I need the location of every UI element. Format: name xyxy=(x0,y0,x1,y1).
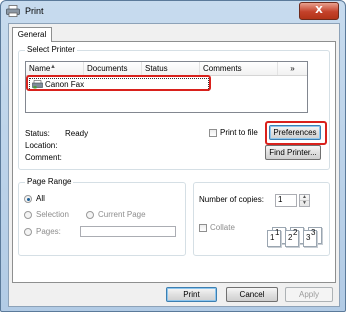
location-label: Location: xyxy=(25,141,58,150)
page-num-2b: 2 xyxy=(293,228,298,237)
pages-input[interactable] xyxy=(80,226,176,237)
column-comments[interactable]: Comments xyxy=(200,62,278,75)
status-label: Status: xyxy=(25,129,50,138)
selection-label[interactable]: Selection xyxy=(36,210,69,219)
column-status[interactable]: Status xyxy=(142,62,200,75)
print-to-file-checkbox[interactable] xyxy=(209,129,217,137)
copies-group: Number of copies: 1 ▲ ▼ Collate 1 1 2 2 xyxy=(193,182,330,256)
pages-label[interactable]: Pages: xyxy=(36,227,61,236)
sort-ascending-icon: ▲ xyxy=(50,64,56,70)
page-range-group: Page Range All Selection Current Page Pa… xyxy=(18,177,186,256)
collate-label[interactable]: Collate xyxy=(210,223,235,232)
find-printer-button[interactable]: Find Printer... xyxy=(265,145,321,160)
close-button[interactable]: X xyxy=(299,2,339,20)
copies-input[interactable]: 1 xyxy=(275,194,297,207)
current-page-radio[interactable] xyxy=(86,211,94,219)
pages-radio[interactable] xyxy=(24,228,32,236)
tab-general[interactable]: General xyxy=(12,27,52,42)
printer-selection-highlight xyxy=(26,75,211,91)
collate-illustration: 1 1 2 2 3 3 xyxy=(264,217,324,247)
comment-label: Comment: xyxy=(25,153,62,162)
number-of-copies-label: Number of copies: xyxy=(199,195,264,204)
page-num-1a: 1 xyxy=(270,233,275,242)
page-num-1b: 1 xyxy=(275,228,280,237)
column-name[interactable]: Name ▲ xyxy=(26,62,84,75)
printer-list-header: Name ▲ Documents Status Comments » xyxy=(26,62,307,76)
column-name-label: Name xyxy=(29,64,51,73)
column-documents[interactable]: Documents xyxy=(84,62,142,75)
general-tab-panel: Select Printer Name ▲ Documents Status C… xyxy=(12,41,336,283)
page-num-3a: 3 xyxy=(306,233,311,242)
print-button[interactable]: Print xyxy=(166,287,217,302)
title-bar[interactable]: Print X xyxy=(1,1,345,23)
copies-spinner[interactable]: ▲ ▼ xyxy=(299,194,310,207)
all-label[interactable]: All xyxy=(36,194,45,203)
selection-radio[interactable] xyxy=(24,211,32,219)
page-range-label: Page Range xyxy=(25,177,74,186)
printer-icon xyxy=(6,5,20,17)
page-num-3b: 3 xyxy=(311,228,316,237)
more-columns-chevron[interactable]: » xyxy=(278,62,307,75)
apply-button[interactable]: Apply xyxy=(285,287,333,302)
collate-checkbox[interactable] xyxy=(199,224,207,232)
status-value: Ready xyxy=(65,129,89,138)
print-dialog: Print X General Select Printer Name ▲ Do… xyxy=(0,0,346,312)
window-title: Print xyxy=(25,6,44,16)
select-printer-group: Select Printer Name ▲ Documents Status C… xyxy=(18,45,330,170)
spin-down-icon[interactable]: ▼ xyxy=(300,201,309,206)
print-to-file-label[interactable]: Print to file xyxy=(220,128,258,137)
select-printer-label: Select Printer xyxy=(25,45,78,54)
current-page-label[interactable]: Current Page xyxy=(98,210,146,219)
preferences-highlight xyxy=(265,121,327,145)
page-num-2a: 2 xyxy=(288,233,293,242)
cancel-button[interactable]: Cancel xyxy=(226,287,278,302)
dialog-body: General Select Printer Name ▲ Documents … xyxy=(8,23,340,307)
all-radio[interactable] xyxy=(24,195,32,203)
